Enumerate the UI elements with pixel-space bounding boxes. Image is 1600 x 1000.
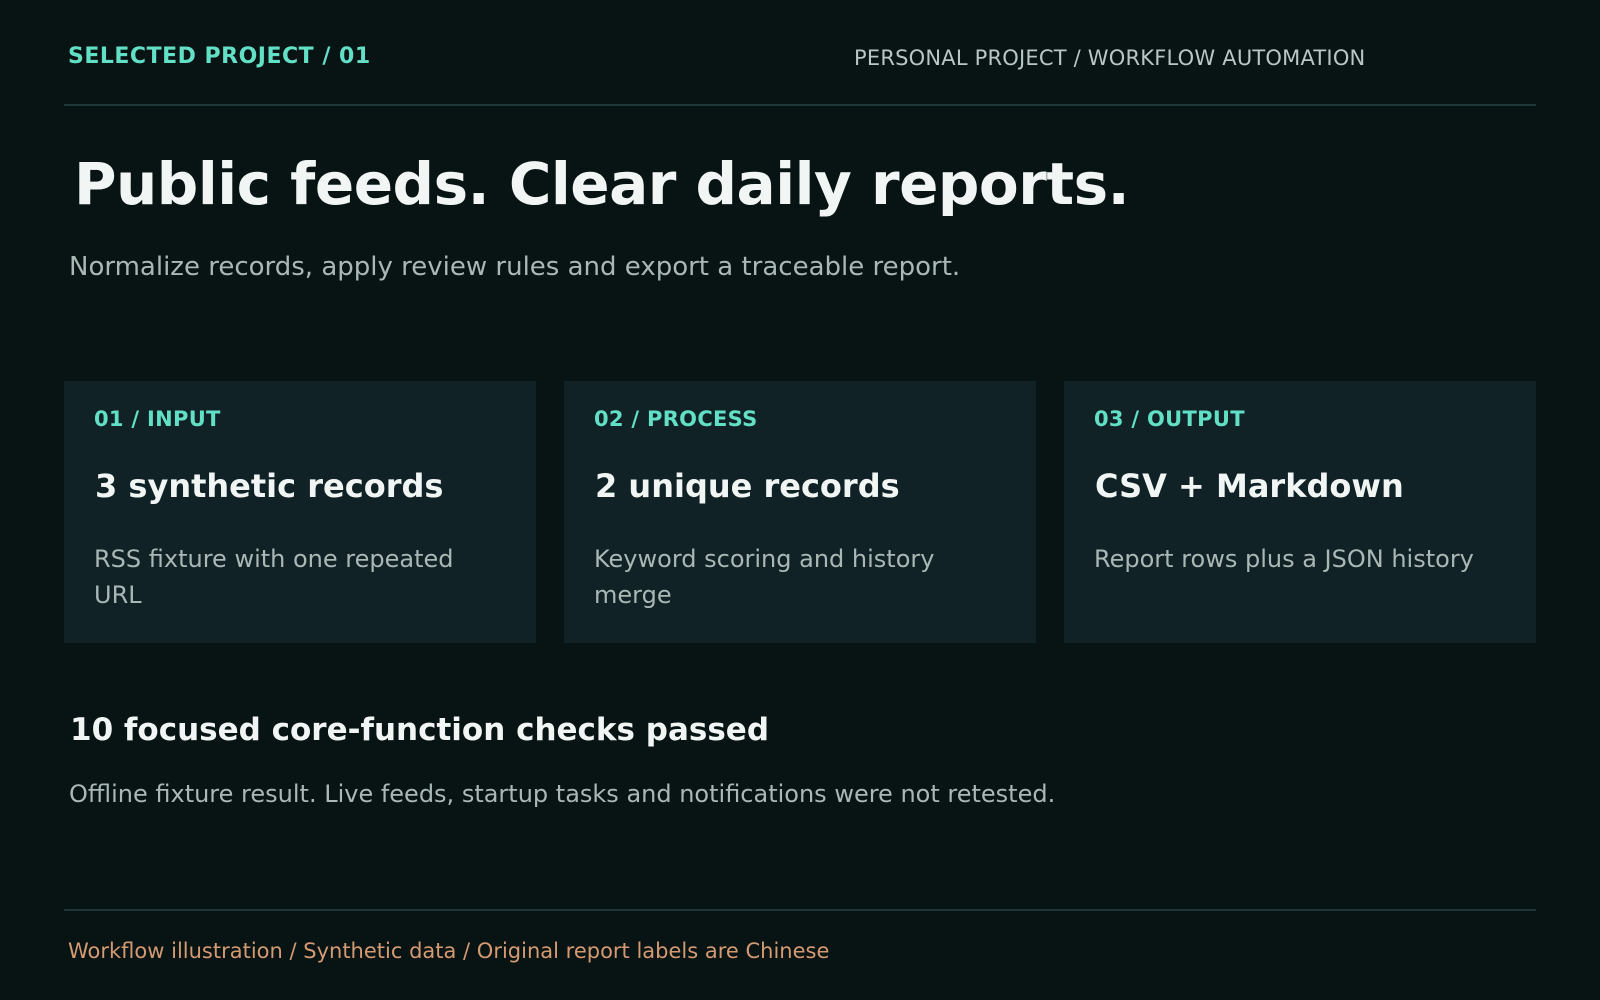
test-result-description: Offline fixture result. Live feeds, star…	[69, 780, 1056, 808]
input-card: 01 / INPUT 3 synthetic records RSS fixtu…	[64, 381, 536, 643]
page-subtitle: Normalize records, apply review rules an…	[69, 252, 961, 282]
footer-divider	[64, 909, 1536, 911]
project-eyebrow: SELECTED PROJECT / 01	[68, 44, 371, 69]
input-step-label: 01 / INPUT	[94, 407, 221, 431]
output-step-label: 03 / OUTPUT	[1094, 407, 1245, 431]
output-step-description: Report rows plus a JSON history	[1094, 545, 1474, 573]
input-step-description: RSS fixture with one repeated URL	[94, 545, 454, 609]
output-step-title: CSV + Markdown	[1095, 467, 1404, 505]
process-step-description: Keyword scoring and history merge	[594, 545, 935, 609]
process-step-title: 2 unique records	[595, 467, 900, 505]
project-category: PERSONAL PROJECT / WORKFLOW AUTOMATION	[854, 46, 1366, 70]
test-result-title: 10 focused core-function checks passed	[70, 712, 770, 748]
output-card: 03 / OUTPUT CSV + Markdown Report rows p…	[1064, 381, 1536, 643]
page-header: SELECTED PROJECT / 01 PERSONAL PROJECT /…	[64, 0, 1536, 106]
footer-note: Workflow illustration / Synthetic data /…	[68, 939, 830, 963]
input-step-title: 3 synthetic records	[95, 467, 444, 505]
page-title: Public feeds. Clear daily reports.	[74, 150, 1130, 218]
process-step-label: 02 / PROCESS	[594, 407, 758, 431]
workflow-steps: 01 / INPUT 3 synthetic records RSS fixtu…	[64, 381, 1536, 643]
process-card: 02 / PROCESS 2 unique records Keyword sc…	[564, 381, 1036, 643]
